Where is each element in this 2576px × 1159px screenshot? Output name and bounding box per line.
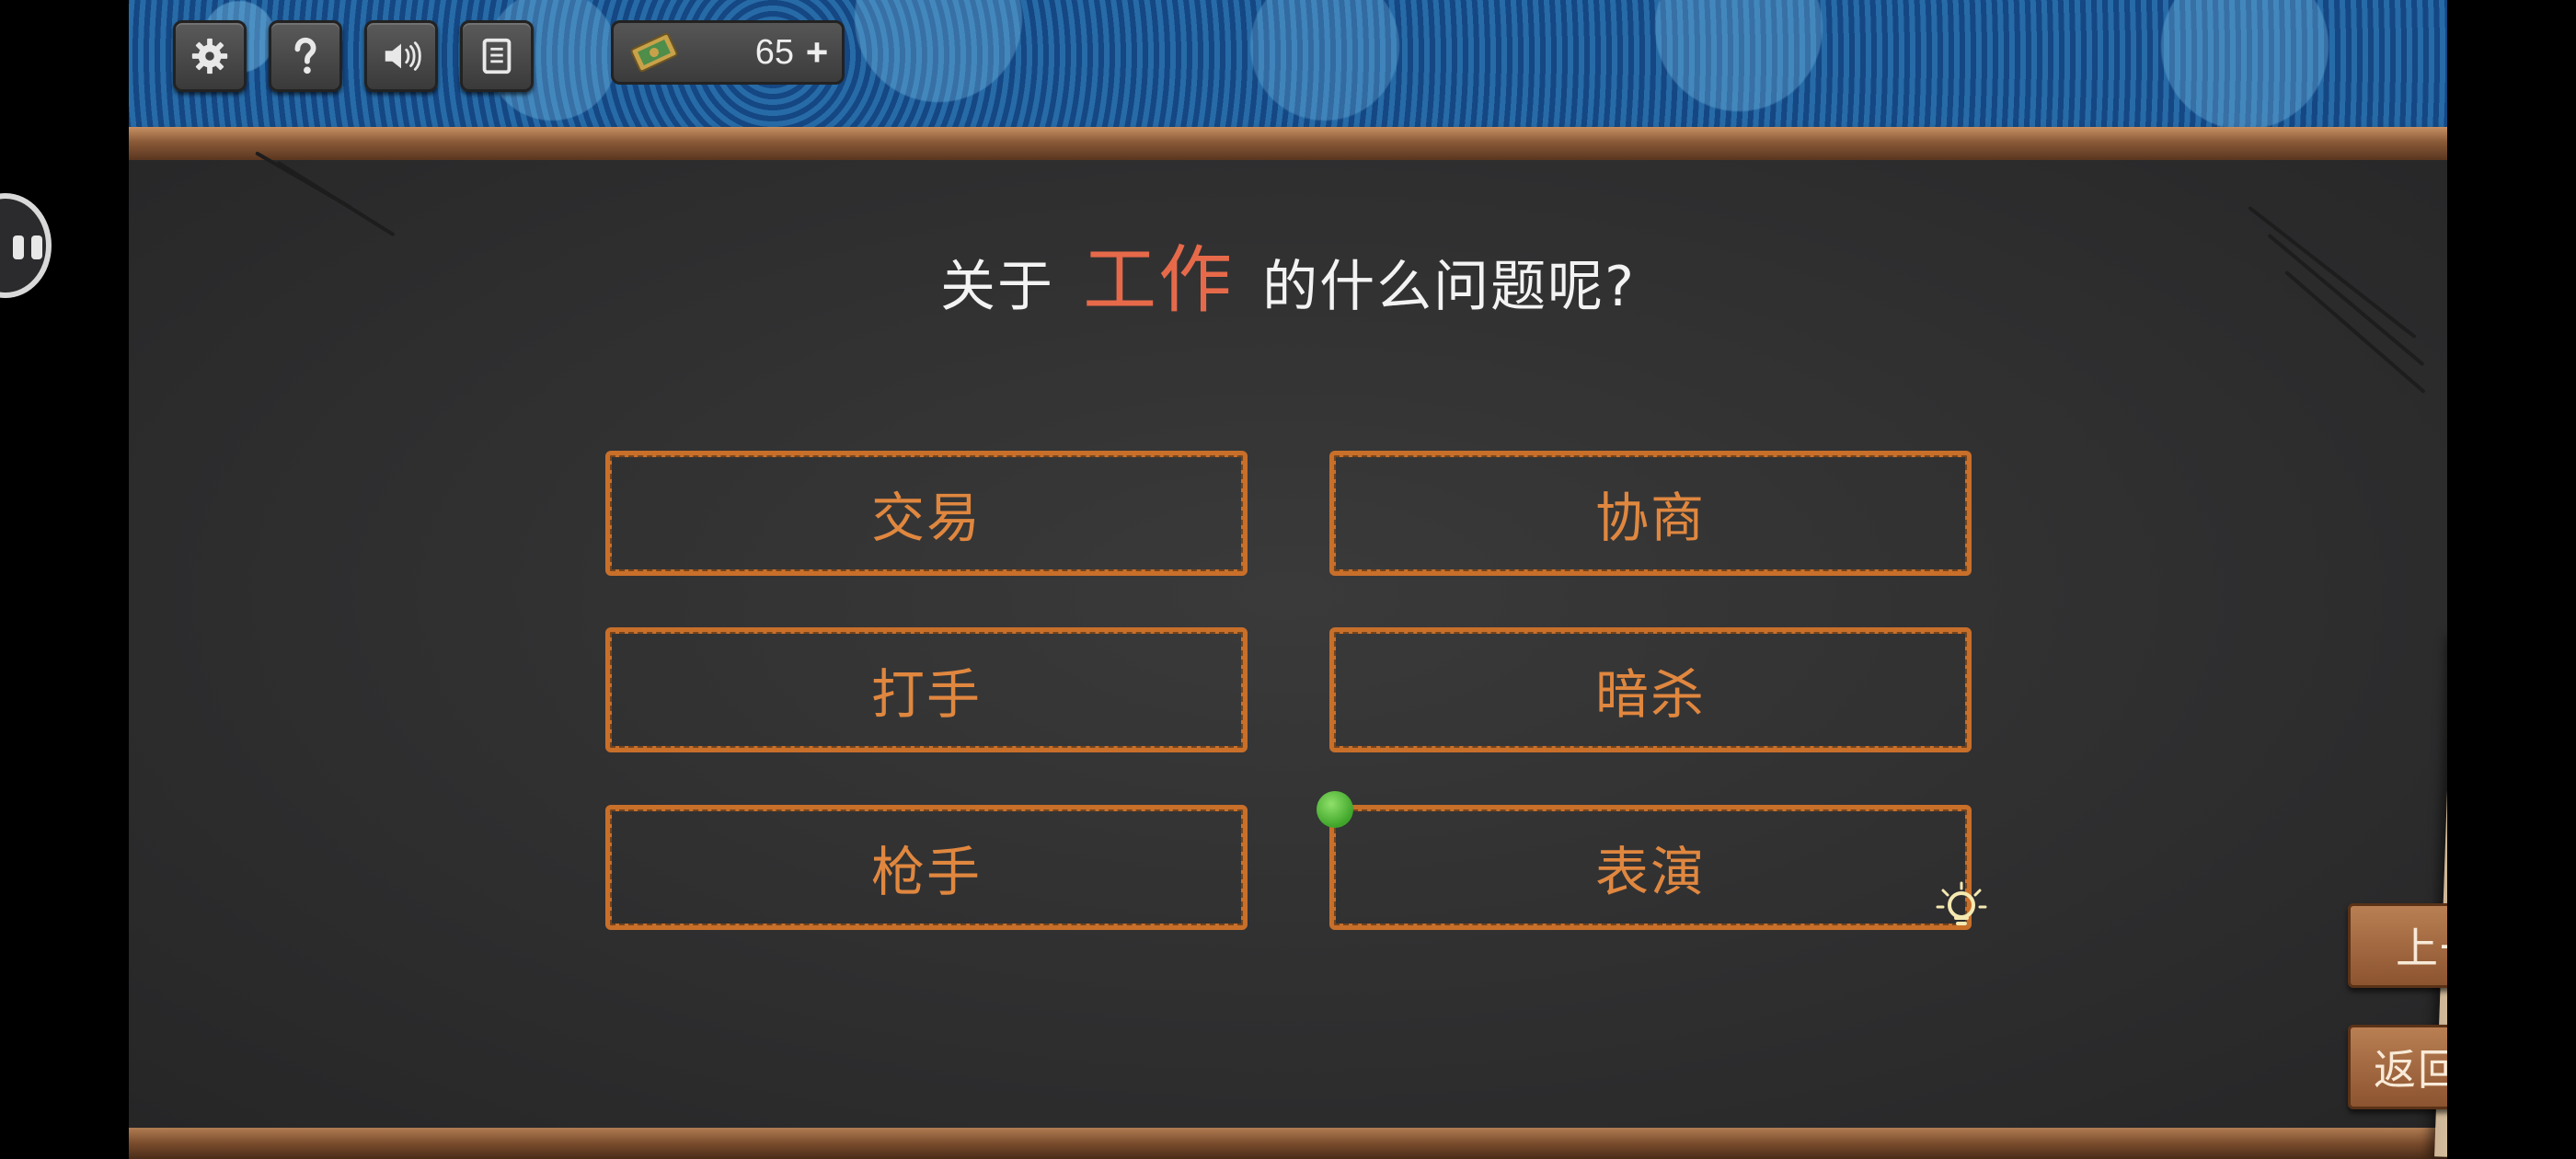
frame-bottom-rail — [129, 1128, 2447, 1159]
settings-button[interactable] — [173, 20, 247, 92]
touch-cursor-dot — [1317, 791, 1353, 828]
help-button[interactable] — [269, 20, 342, 92]
speaker-icon — [385, 41, 421, 71]
choice-button[interactable]: 表演 — [1329, 805, 1972, 930]
choice-button[interactable]: 协商 — [1329, 451, 1972, 576]
back-to-story-button[interactable]: 返回故事 — [2348, 1025, 2447, 1109]
question-keyword: 工作 — [1083, 237, 1235, 323]
choice-button[interactable]: 枪手 — [605, 805, 1248, 930]
question-prefix: 关于 — [939, 255, 1054, 319]
pause-bar — [13, 235, 24, 259]
pause-bar — [31, 235, 42, 259]
notebook-icon — [482, 38, 512, 75]
question-text: 关于 工作 的什么问题呢? — [0, 221, 2576, 327]
gear-icon — [191, 38, 228, 75]
game-stage: 65 + 交易 协商 打手 暗杀 枪手 表演 上一词 返回故事 — [129, 0, 2447, 1159]
choice-button[interactable]: 打手 — [605, 627, 1248, 752]
log-button[interactable] — [460, 20, 534, 92]
add-currency-button[interactable]: + — [801, 30, 833, 75]
lightbulb-icon[interactable] — [1932, 878, 1991, 936]
choice-button[interactable]: 暗杀 — [1329, 627, 1972, 752]
frame-top-rail — [129, 127, 2447, 160]
prev-word-button[interactable]: 上一词 — [2348, 903, 2447, 988]
choice-button[interactable]: 交易 — [605, 451, 1248, 576]
ticket-icon — [630, 32, 678, 73]
currency-value: 65 — [754, 32, 794, 72]
sound-button[interactable] — [364, 20, 438, 92]
question-suffix: 的什么问题呢? — [1262, 255, 1636, 319]
question-icon — [294, 37, 316, 75]
currency-counter: 65 + — [611, 20, 845, 85]
